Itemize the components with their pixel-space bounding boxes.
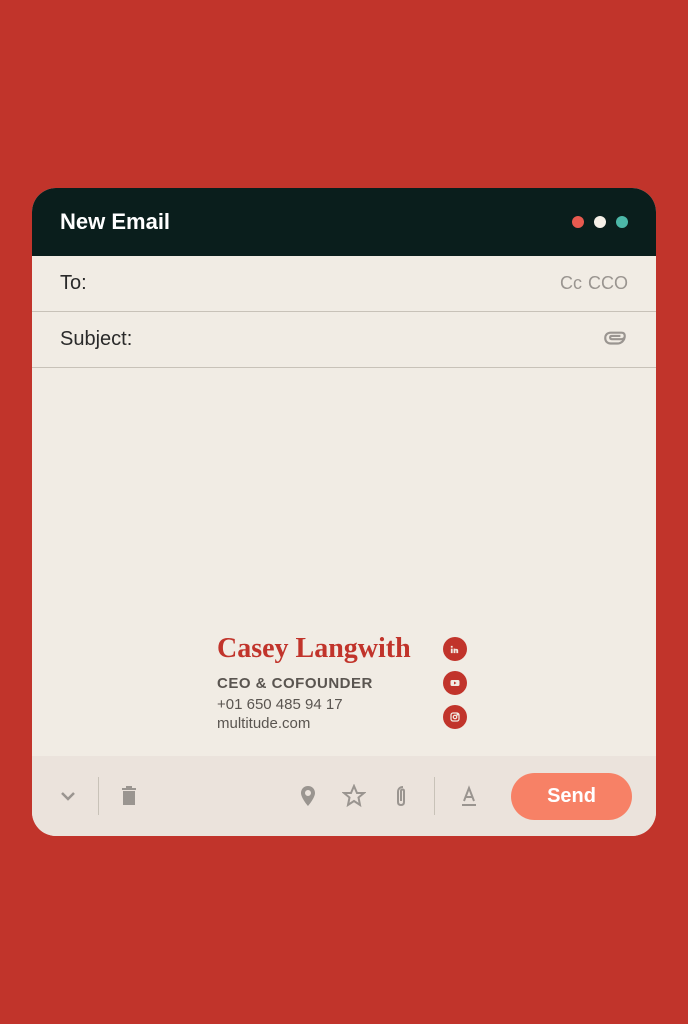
email-body[interactable]: Casey Langwith CEO & COFOUNDER +01 650 4… [32, 368, 656, 756]
minimize-window-button[interactable] [594, 216, 606, 228]
linkedin-icon[interactable] [443, 637, 467, 661]
to-field-row[interactable]: To: Cc CCO [32, 256, 656, 312]
cco-button[interactable]: CCO [588, 273, 628, 294]
maximize-window-button[interactable] [616, 216, 628, 228]
close-window-button[interactable] [572, 216, 584, 228]
signature-title: CEO & COFOUNDER [217, 675, 411, 692]
attachment-icon[interactable] [602, 324, 628, 355]
divider [98, 777, 99, 815]
window-title: New Email [60, 209, 170, 235]
signature-name: Casey Langwith [217, 633, 411, 665]
star-icon[interactable] [342, 784, 366, 808]
traffic-lights [572, 216, 628, 228]
paperclip-icon[interactable] [388, 784, 412, 808]
subject-field-row[interactable]: Subject: [32, 312, 656, 368]
cc-button[interactable]: Cc [560, 273, 582, 294]
email-signature: Casey Langwith CEO & COFOUNDER +01 650 4… [217, 633, 467, 732]
cc-controls: Cc CCO [560, 273, 628, 294]
trash-icon[interactable] [117, 784, 141, 808]
text-format-icon[interactable] [457, 784, 481, 808]
email-compose-window: New Email To: Cc CCO Subject: Casey Lang… [32, 188, 656, 836]
signature-text: Casey Langwith CEO & COFOUNDER +01 650 4… [217, 633, 411, 732]
social-icons [443, 637, 467, 729]
instagram-icon[interactable] [443, 705, 467, 729]
divider [434, 777, 435, 815]
location-pin-icon[interactable] [296, 784, 320, 808]
toolbar-center [296, 777, 481, 815]
signature-website: multitude.com [217, 715, 411, 732]
send-button[interactable]: Send [511, 773, 632, 820]
to-label: To: [60, 272, 87, 295]
compose-toolbar: Send [32, 756, 656, 836]
youtube-icon[interactable] [443, 671, 467, 695]
subject-label: Subject: [60, 328, 132, 351]
signature-phone: +01 650 485 94 17 [217, 696, 411, 713]
chevron-down-icon[interactable] [56, 784, 80, 808]
window-titlebar: New Email [32, 188, 656, 256]
